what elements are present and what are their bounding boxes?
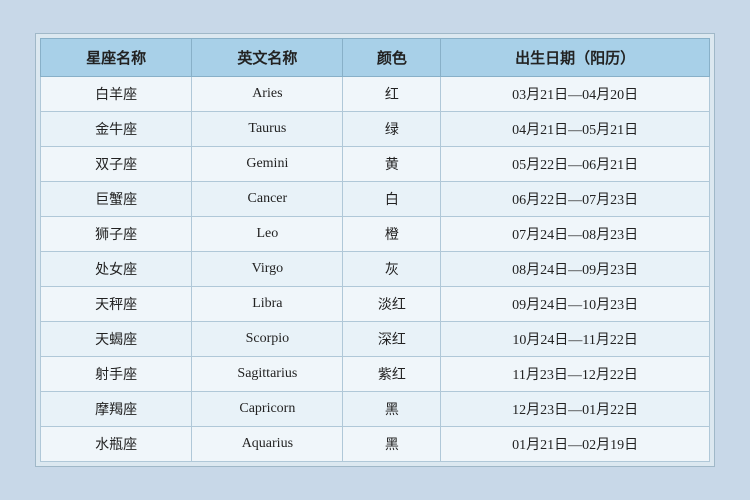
cell-dates: 09月24日—10月23日 bbox=[441, 287, 710, 322]
table-body: 白羊座Aries红03月21日—04月20日金牛座Taurus绿04月21日—0… bbox=[41, 77, 710, 462]
cell-color: 红 bbox=[343, 77, 441, 112]
cell-dates: 07月24日—08月23日 bbox=[441, 217, 710, 252]
cell-english-name: Virgo bbox=[192, 252, 343, 287]
cell-chinese-name: 巨蟹座 bbox=[41, 182, 192, 217]
cell-chinese-name: 处女座 bbox=[41, 252, 192, 287]
cell-chinese-name: 天秤座 bbox=[41, 287, 192, 322]
zodiac-table: 星座名称 英文名称 颜色 出生日期（阳历） 白羊座Aries红03月21日—04… bbox=[40, 38, 710, 462]
cell-chinese-name: 白羊座 bbox=[41, 77, 192, 112]
cell-chinese-name: 双子座 bbox=[41, 147, 192, 182]
cell-dates: 10月24日—11月22日 bbox=[441, 322, 710, 357]
col-header-english: 英文名称 bbox=[192, 39, 343, 77]
table-row: 白羊座Aries红03月21日—04月20日 bbox=[41, 77, 710, 112]
cell-color: 黄 bbox=[343, 147, 441, 182]
cell-english-name: Capricorn bbox=[192, 392, 343, 427]
table-row: 天蝎座Scorpio深红10月24日—11月22日 bbox=[41, 322, 710, 357]
cell-english-name: Cancer bbox=[192, 182, 343, 217]
cell-english-name: Leo bbox=[192, 217, 343, 252]
cell-english-name: Sagittarius bbox=[192, 357, 343, 392]
cell-color: 白 bbox=[343, 182, 441, 217]
cell-chinese-name: 狮子座 bbox=[41, 217, 192, 252]
table-row: 狮子座Leo橙07月24日—08月23日 bbox=[41, 217, 710, 252]
cell-english-name: Libra bbox=[192, 287, 343, 322]
zodiac-table-container: 星座名称 英文名称 颜色 出生日期（阳历） 白羊座Aries红03月21日—04… bbox=[35, 33, 715, 467]
cell-dates: 06月22日—07月23日 bbox=[441, 182, 710, 217]
table-row: 双子座Gemini黄05月22日—06月21日 bbox=[41, 147, 710, 182]
cell-english-name: Gemini bbox=[192, 147, 343, 182]
cell-color: 绿 bbox=[343, 112, 441, 147]
cell-english-name: Scorpio bbox=[192, 322, 343, 357]
col-header-color: 颜色 bbox=[343, 39, 441, 77]
cell-dates: 03月21日—04月20日 bbox=[441, 77, 710, 112]
cell-dates: 05月22日—06月21日 bbox=[441, 147, 710, 182]
cell-dates: 11月23日—12月22日 bbox=[441, 357, 710, 392]
cell-chinese-name: 射手座 bbox=[41, 357, 192, 392]
table-header-row: 星座名称 英文名称 颜色 出生日期（阳历） bbox=[41, 39, 710, 77]
cell-color: 紫红 bbox=[343, 357, 441, 392]
cell-chinese-name: 金牛座 bbox=[41, 112, 192, 147]
cell-english-name: Aries bbox=[192, 77, 343, 112]
cell-dates: 12月23日—01月22日 bbox=[441, 392, 710, 427]
cell-chinese-name: 摩羯座 bbox=[41, 392, 192, 427]
cell-color: 深红 bbox=[343, 322, 441, 357]
cell-color: 淡红 bbox=[343, 287, 441, 322]
table-row: 射手座Sagittarius紫红11月23日—12月22日 bbox=[41, 357, 710, 392]
cell-dates: 04月21日—05月21日 bbox=[441, 112, 710, 147]
table-row: 水瓶座Aquarius黑01月21日—02月19日 bbox=[41, 427, 710, 462]
cell-color: 灰 bbox=[343, 252, 441, 287]
cell-color: 黑 bbox=[343, 427, 441, 462]
col-header-dates: 出生日期（阳历） bbox=[441, 39, 710, 77]
table-row: 巨蟹座Cancer白06月22日—07月23日 bbox=[41, 182, 710, 217]
col-header-chinese: 星座名称 bbox=[41, 39, 192, 77]
table-row: 处女座Virgo灰08月24日—09月23日 bbox=[41, 252, 710, 287]
cell-english-name: Taurus bbox=[192, 112, 343, 147]
table-row: 摩羯座Capricorn黑12月23日—01月22日 bbox=[41, 392, 710, 427]
cell-chinese-name: 水瓶座 bbox=[41, 427, 192, 462]
cell-dates: 01月21日—02月19日 bbox=[441, 427, 710, 462]
cell-color: 黑 bbox=[343, 392, 441, 427]
cell-chinese-name: 天蝎座 bbox=[41, 322, 192, 357]
cell-dates: 08月24日—09月23日 bbox=[441, 252, 710, 287]
cell-english-name: Aquarius bbox=[192, 427, 343, 462]
table-row: 金牛座Taurus绿04月21日—05月21日 bbox=[41, 112, 710, 147]
table-row: 天秤座Libra淡红09月24日—10月23日 bbox=[41, 287, 710, 322]
cell-color: 橙 bbox=[343, 217, 441, 252]
